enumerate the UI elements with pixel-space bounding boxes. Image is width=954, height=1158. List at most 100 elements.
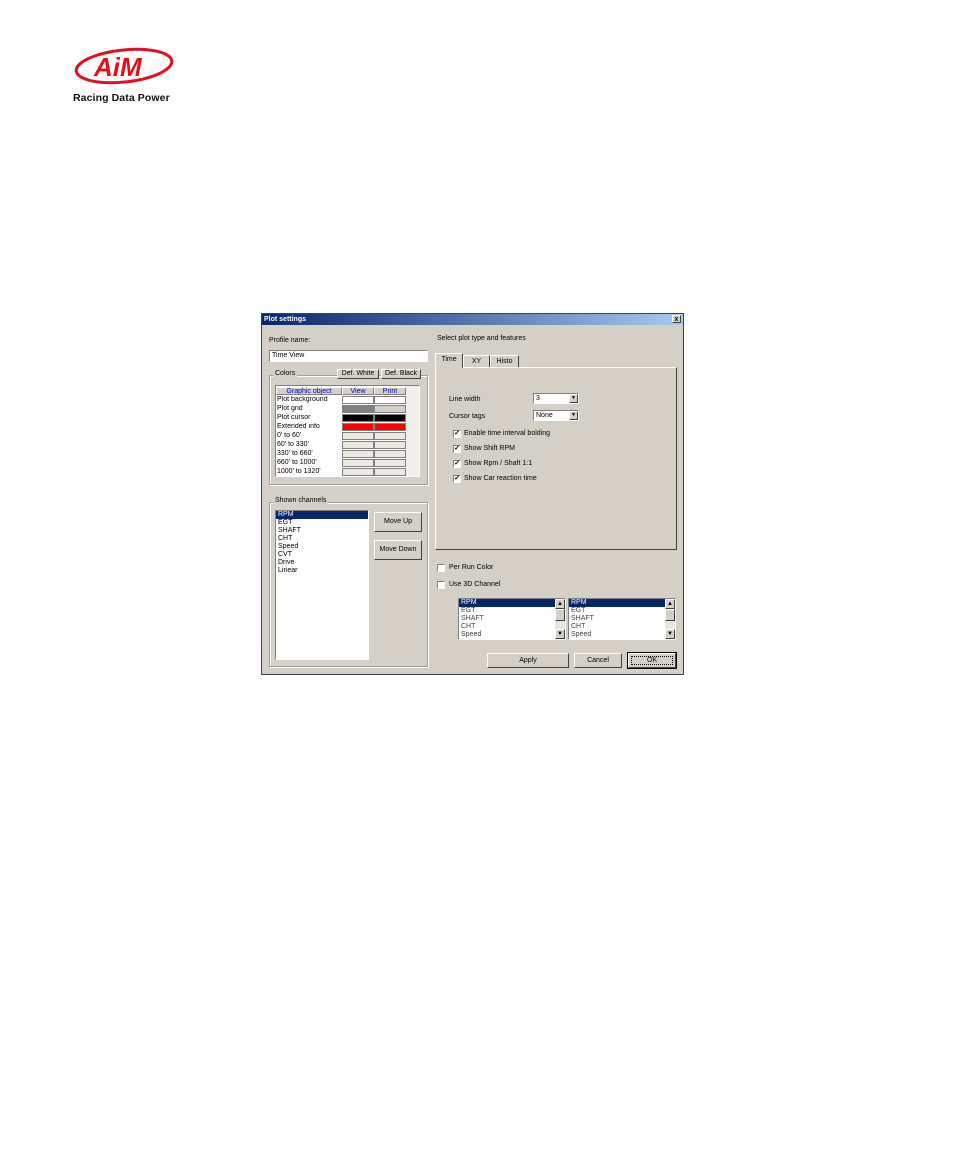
list-item[interactable]: EGT	[569, 607, 665, 615]
print-color-swatch[interactable]	[374, 405, 406, 413]
line-width-label: Line width	[449, 396, 481, 403]
profile-name-label: Profile name:	[269, 337, 311, 344]
color-row[interactable]: Plot grid	[276, 405, 407, 413]
color-row[interactable]: Plot background	[276, 396, 407, 404]
view-color-swatch[interactable]	[342, 414, 374, 422]
per-run-color-checkbox[interactable]	[437, 564, 445, 572]
list-item[interactable]: EGT	[276, 519, 368, 527]
list-item[interactable]: RPM	[459, 599, 555, 607]
color-row-name: 1000' to 1320'	[277, 468, 321, 475]
def-black-button[interactable]: Def. Black	[381, 369, 421, 379]
color-row-name: 60' to 330'	[277, 441, 309, 448]
line-width-select[interactable]: 3 ▼	[533, 393, 579, 404]
tab-time[interactable]: Time	[435, 353, 463, 368]
color-row-name: Plot background	[277, 396, 328, 403]
color-row[interactable]: 60' to 330'	[276, 441, 407, 449]
print-color-swatch[interactable]	[374, 450, 406, 458]
plot-type-label: Select plot type and features	[437, 335, 526, 342]
color-row-name: Plot cursor	[277, 414, 311, 421]
list-item[interactable]: CHT	[459, 623, 555, 631]
scroll-down-icon[interactable]: ▼	[555, 629, 565, 639]
chevron-down-icon[interactable]: ▼	[569, 411, 578, 420]
print-color-swatch[interactable]	[374, 432, 406, 440]
view-color-swatch[interactable]	[342, 450, 374, 458]
list-scrollbar[interactable]: ▲ ▼	[555, 599, 565, 639]
view-color-swatch[interactable]	[342, 423, 374, 431]
close-button[interactable]: x	[672, 315, 681, 323]
color-row-name: 330' to 660'	[277, 450, 313, 457]
list-item[interactable]: SHAFT	[569, 615, 665, 623]
color-row[interactable]: 1000' to 1320'	[276, 468, 407, 476]
feature-checkbox-label: Enable time interval bolding	[464, 430, 550, 437]
feature-checkbox[interactable]: ✓	[453, 445, 461, 453]
print-color-swatch[interactable]	[374, 468, 406, 476]
move-down-button[interactable]: Move Down	[374, 540, 422, 560]
view-color-swatch[interactable]	[342, 405, 374, 413]
print-color-swatch[interactable]	[374, 414, 406, 422]
list-item[interactable]: Speed	[276, 543, 368, 551]
cancel-button[interactable]: Cancel	[574, 653, 622, 668]
use-3d-channel-checkbox[interactable]	[437, 581, 445, 589]
list-item[interactable]: CHT	[569, 623, 665, 631]
print-color-swatch[interactable]	[374, 441, 406, 449]
scroll-up-icon[interactable]: ▲	[555, 599, 565, 609]
per-run-color-label: Per Run Color	[449, 564, 494, 571]
view-color-swatch[interactable]	[342, 396, 374, 404]
view-color-swatch[interactable]	[342, 441, 374, 449]
list-item[interactable]: RPM	[276, 511, 368, 519]
scroll-up-icon[interactable]: ▲	[665, 599, 675, 609]
list-item[interactable]: EGT	[459, 607, 555, 615]
colors-table-scrollbar[interactable]	[406, 386, 419, 476]
print-color-swatch[interactable]	[374, 396, 406, 404]
color-row-name: 660' to 1000'	[277, 459, 317, 466]
dialog-titlebar[interactable]: Plot settings x	[262, 314, 683, 325]
color-row[interactable]: 330' to 660'	[276, 450, 407, 458]
list-item[interactable]: CHT	[276, 535, 368, 543]
cursor-tags-label: Cursor tags	[449, 413, 486, 420]
chevron-down-icon[interactable]: ▼	[569, 394, 578, 403]
shown-channels-list[interactable]: RPM EGT SHAFT CHT Speed CVT Drive Linear	[275, 510, 369, 660]
scroll-down-icon[interactable]: ▼	[665, 629, 675, 639]
cursor-tags-value: None	[536, 412, 553, 419]
color-row[interactable]: Plot cursor	[276, 414, 407, 422]
feature-checkbox-label: Show Shift RPM	[464, 445, 515, 452]
list-item[interactable]: RPM	[569, 599, 665, 607]
move-up-button[interactable]: Move Up	[374, 512, 422, 532]
list-item[interactable]: Speed	[569, 631, 665, 639]
color-row[interactable]: 0' to 60'	[276, 432, 407, 440]
list-item[interactable]: Drive	[276, 559, 368, 567]
print-color-swatch[interactable]	[374, 459, 406, 467]
list-item[interactable]: SHAFT	[459, 615, 555, 623]
plot-settings-dialog: Plot settings x Profile name: Time View …	[261, 313, 684, 675]
view-color-swatch[interactable]	[342, 432, 374, 440]
use-3d-channel-label: Use 3D Channel	[449, 581, 501, 588]
list-item[interactable]: CVT	[276, 551, 368, 559]
cursor-tags-select[interactable]: None ▼	[533, 410, 579, 421]
feature-checkbox[interactable]: ✓	[453, 460, 461, 468]
ok-button[interactable]: OK	[627, 652, 677, 669]
color-row[interactable]: 660' to 1000'	[276, 459, 407, 467]
scroll-thumb[interactable]	[555, 609, 565, 621]
feature-checkbox[interactable]: ✓	[453, 430, 461, 438]
color-row-name: Extended info	[277, 423, 320, 430]
view-color-swatch[interactable]	[342, 468, 374, 476]
line-width-value: 3	[536, 395, 540, 402]
list-scrollbar[interactable]: ▲ ▼	[665, 599, 675, 639]
col-header-view: View	[342, 387, 374, 395]
list-item[interactable]: Speed	[459, 631, 555, 639]
scroll-thumb[interactable]	[665, 609, 675, 621]
dialog-title: Plot settings	[264, 316, 307, 323]
list-item[interactable]: Linear	[276, 567, 368, 575]
brand-tagline: Racing Data Power	[73, 92, 170, 104]
feature-checkbox[interactable]: ✓	[453, 475, 461, 483]
color-row[interactable]: Extended info	[276, 423, 407, 431]
channel-mini-list-2[interactable]: RPM EGT SHAFT CHT Speed ▲ ▼	[568, 598, 676, 640]
list-item[interactable]: SHAFT	[276, 527, 368, 535]
def-white-button[interactable]: Def. White	[337, 369, 379, 379]
channel-mini-list-1[interactable]: RPM EGT SHAFT CHT Speed ▲ ▼	[458, 598, 566, 640]
color-row-name: Plot grid	[277, 405, 303, 412]
profile-name-input[interactable]: Time View	[269, 350, 428, 362]
view-color-swatch[interactable]	[342, 459, 374, 467]
print-color-swatch[interactable]	[374, 423, 406, 431]
apply-button[interactable]: Apply	[487, 653, 569, 668]
